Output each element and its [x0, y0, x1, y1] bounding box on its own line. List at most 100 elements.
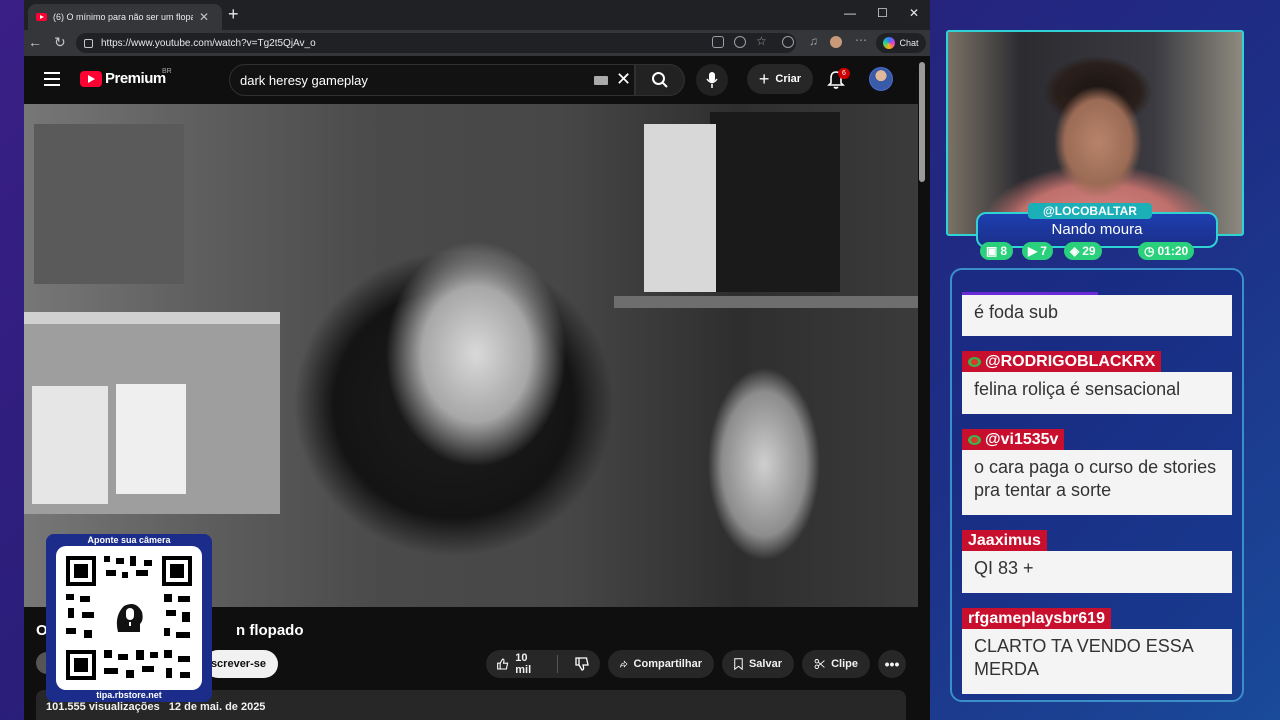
- page-scrollbar[interactable]: [919, 62, 925, 182]
- account-avatar[interactable]: [869, 67, 893, 91]
- like-count: 10 mil: [515, 652, 532, 676]
- more-actions-button[interactable]: •••: [878, 650, 906, 678]
- shelf-decor: [24, 312, 280, 324]
- streamer-handle: @LOCOBALTAR: [1028, 203, 1152, 219]
- chat-username: Jaaximus: [962, 530, 1047, 551]
- youtube-play-icon: [80, 70, 102, 87]
- stat-uptime: ◷ 01:20: [1138, 242, 1195, 260]
- address-bar-row: ← ↻ https://www.youtube.com/watch?v=Tg2t…: [24, 30, 930, 56]
- gem-icon: [968, 356, 981, 367]
- subscribe-button[interactable]: screver-se: [204, 650, 278, 678]
- shelf-right: [614, 296, 918, 308]
- youtube-icon: ▶: [1028, 244, 1038, 258]
- youtube-favicon-icon: [36, 13, 47, 21]
- copilot-chat-button[interactable]: Chat: [876, 33, 926, 53]
- zoom-icon[interactable]: [734, 36, 746, 48]
- media-icon[interactable]: ♫: [809, 34, 821, 48]
- profile-avatar-icon[interactable]: [830, 36, 842, 48]
- qr-instruction: Aponte sua câmera: [87, 535, 171, 545]
- scissors-icon: [814, 659, 825, 669]
- twitch-icon: ▣: [986, 244, 998, 258]
- logo-text: Premium: [105, 70, 166, 87]
- maximize-icon[interactable]: ☐: [877, 6, 888, 20]
- clip-label: Clipe: [831, 658, 858, 670]
- book-dark: [710, 112, 840, 292]
- back-icon[interactable]: ←: [28, 34, 42, 50]
- chat-message: é foda sub: [962, 295, 1232, 336]
- save-button[interactable]: Salvar: [722, 650, 794, 678]
- extensions-icon[interactable]: [782, 36, 794, 48]
- region-code: BR: [162, 68, 172, 75]
- chat-message: QI 83 +: [962, 551, 1232, 593]
- youtube-logo[interactable]: Premium: [80, 70, 166, 87]
- gem-icon: [968, 434, 981, 445]
- qr-url: tipa.rbstore.net: [96, 690, 162, 700]
- thumbs-up-icon: [497, 658, 509, 670]
- more-horizontal-icon: •••: [884, 656, 900, 672]
- voice-search-button[interactable]: [696, 64, 728, 96]
- notification-badge: 6: [838, 68, 850, 79]
- close-tab-icon[interactable]: ✕: [199, 10, 209, 24]
- upload-date: 12 de mai. de 2025: [168, 701, 266, 713]
- book-light: [644, 124, 716, 292]
- microphone-icon: [706, 72, 718, 88]
- copilot-icon: [883, 37, 896, 49]
- chat-username: @RODRIGOBLACKRX: [962, 351, 1162, 372]
- divider: [557, 655, 558, 673]
- book-white-2: [116, 384, 186, 494]
- tab-strip: (6) O mínimo para não ser um flopado ✕ +…: [24, 0, 930, 30]
- stat-value: 7: [1040, 244, 1047, 258]
- search-button[interactable]: [635, 64, 685, 96]
- stat-value: 01:20: [1157, 244, 1189, 258]
- stat-kick: ◈ 29: [1064, 242, 1102, 260]
- minimize-icon[interactable]: —: [844, 6, 856, 20]
- youtube-header: Premium BR ✕ + Criar: [24, 56, 930, 104]
- clock-icon: ◷: [1144, 244, 1155, 258]
- share-button[interactable]: Compartilhar: [608, 650, 714, 678]
- stat-value: 29: [1082, 244, 1096, 258]
- browser-tab[interactable]: (6) O mínimo para não ser um flopado ✕: [28, 4, 222, 30]
- streamer-name: Nando moura: [1051, 221, 1143, 238]
- create-label: Criar: [775, 73, 802, 85]
- save-label: Salvar: [748, 658, 782, 670]
- search-box: ✕: [229, 64, 635, 96]
- search-input[interactable]: [240, 65, 580, 95]
- address-bar[interactable]: https://www.youtube.com/watch?v=Tg2t5QjA…: [76, 33, 796, 53]
- dislike-button[interactable]: [564, 650, 600, 678]
- more-options-icon[interactable]: ⋯: [855, 33, 867, 47]
- new-tab-icon[interactable]: +: [228, 4, 239, 24]
- video-meta: 101.555 visualizações 12 de mai. de 2025: [46, 701, 265, 713]
- stat-twitch: ▣ 8: [980, 242, 1014, 260]
- site-info-icon[interactable]: [84, 38, 93, 48]
- bookmark-icon: [734, 658, 743, 671]
- favorite-star-icon[interactable]: ☆: [756, 34, 768, 48]
- subscribe-label: screver-se: [210, 658, 266, 670]
- thumbs-down-icon: [575, 657, 589, 671]
- app-install-icon[interactable]: [712, 36, 724, 48]
- chat-message: CLARTO TA VENDO ESSA MERDA: [962, 629, 1232, 694]
- book-white-1: [32, 386, 108, 504]
- like-dislike-group: 10 mil: [486, 650, 600, 678]
- like-button[interactable]: 10 mil: [486, 650, 551, 678]
- create-button[interactable]: + Criar: [747, 64, 813, 94]
- search-icon: [652, 72, 668, 88]
- chat-message: o cara paga o curso de stories pra tenta…: [962, 450, 1232, 515]
- plaque-decor: [34, 124, 184, 284]
- reload-icon[interactable]: ↻: [54, 34, 66, 51]
- video-player[interactable]: [24, 104, 918, 607]
- tab-title: (6) O mínimo para não ser um flopado: [53, 12, 193, 22]
- qr-overlay: Aponte sua câmera tipa.rbstore.net: [46, 534, 212, 702]
- stat-youtube: ▶ 7: [1022, 242, 1053, 260]
- close-window-icon[interactable]: ✕: [909, 6, 919, 20]
- keyboard-icon[interactable]: [594, 76, 608, 85]
- clear-search-icon[interactable]: ✕: [616, 69, 631, 90]
- menu-icon[interactable]: [44, 72, 60, 86]
- stat-value: 8: [1000, 244, 1008, 258]
- clip-button[interactable]: Clipe: [802, 650, 870, 678]
- url-text: https://www.youtube.com/watch?v=Tg2t5QjA…: [101, 37, 316, 49]
- view-count: 101.555 visualizações: [46, 701, 160, 713]
- chat-username: rfgameplaysbr619: [962, 608, 1111, 629]
- plus-icon: +: [758, 69, 770, 89]
- chat-username: @vi1535v: [962, 429, 1065, 450]
- share-icon: [620, 660, 628, 668]
